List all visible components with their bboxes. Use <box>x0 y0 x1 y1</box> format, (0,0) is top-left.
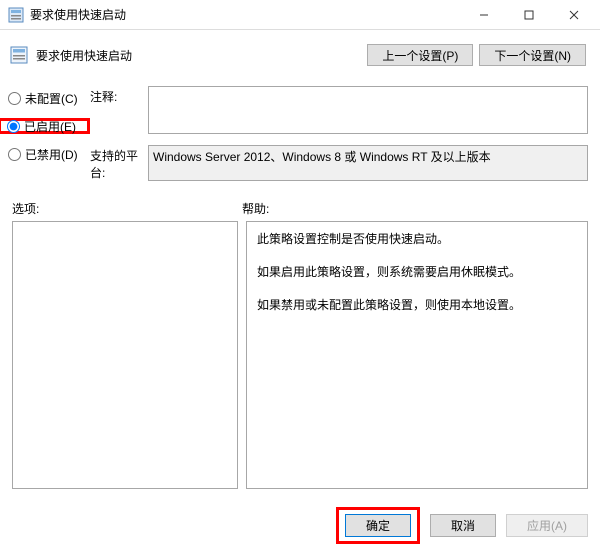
help-panel: 此策略设置控制是否使用快速启动。 如果启用此策略设置，则系统需要启用休眠模式。 … <box>246 221 588 489</box>
next-setting-button[interactable]: 下一个设置(N) <box>479 44 586 66</box>
titlebar: 要求使用快速启动 <box>0 0 600 30</box>
radio-not-configured-input[interactable] <box>8 92 21 105</box>
options-label: 选项: <box>12 200 242 217</box>
policy-icon <box>10 46 28 64</box>
fields: 注释: 支持的平台: <box>90 86 588 184</box>
window-title: 要求使用快速启动 <box>30 6 461 23</box>
section-labels: 选项: 帮助: <box>0 192 600 221</box>
comment-label: 注释: <box>90 86 148 105</box>
prev-setting-button[interactable]: 上一个设置(P) <box>367 44 473 66</box>
comment-input[interactable] <box>148 86 588 134</box>
radio-not-configured[interactable]: 未配置(C) <box>8 88 90 108</box>
radio-enabled[interactable]: 已启用(E) <box>0 118 90 134</box>
supported-label: 支持的平台: <box>90 145 148 181</box>
help-line-3: 如果禁用或未配置此策略设置，则使用本地设置。 <box>257 296 577 315</box>
apply-button[interactable]: 应用(A) <box>506 514 588 537</box>
radio-enabled-label: 已启用(E) <box>24 118 76 135</box>
state-radios: 未配置(C) 已启用(E) 已禁用(D) <box>10 86 90 184</box>
cancel-button[interactable]: 取消 <box>430 514 496 537</box>
window-maximize[interactable] <box>506 0 551 29</box>
radio-disabled[interactable]: 已禁用(D) <box>8 144 90 164</box>
radio-disabled-input[interactable] <box>8 148 21 161</box>
window-close[interactable] <box>551 0 596 29</box>
help-line-1: 此策略设置控制是否使用快速启动。 <box>257 230 577 249</box>
ok-highlight: 确定 <box>336 507 420 544</box>
radio-enabled-input[interactable] <box>7 120 20 133</box>
help-line-2: 如果启用此策略设置，则系统需要启用休眠模式。 <box>257 263 577 282</box>
panels: 此策略设置控制是否使用快速启动。 如果启用此策略设置，则系统需要启用休眠模式。 … <box>0 221 600 489</box>
config-area: 未配置(C) 已启用(E) 已禁用(D) 注释: 支持的平台: <box>0 86 600 184</box>
footer: 确定 取消 应用(A) <box>336 499 588 552</box>
radio-not-configured-label: 未配置(C) <box>25 90 78 107</box>
app-icon <box>8 7 24 23</box>
window-controls <box>461 0 596 29</box>
supported-text <box>148 145 588 181</box>
policy-title: 要求使用快速启动 <box>36 47 367 64</box>
window-minimize[interactable] <box>461 0 506 29</box>
header: 要求使用快速启动 上一个设置(P) 下一个设置(N) <box>0 30 600 86</box>
options-panel <box>12 221 238 489</box>
radio-disabled-label: 已禁用(D) <box>25 146 78 163</box>
ok-button[interactable]: 确定 <box>345 514 411 537</box>
help-label: 帮助: <box>242 200 588 217</box>
